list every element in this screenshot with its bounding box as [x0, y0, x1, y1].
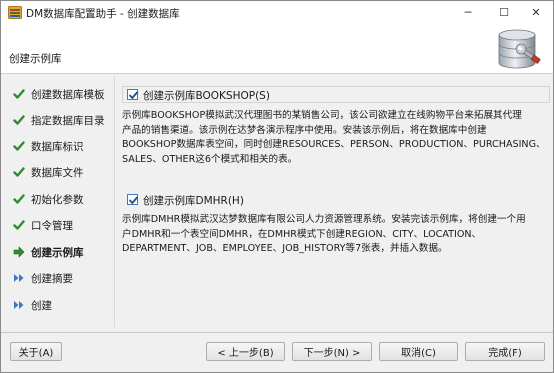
description-line: 产品的销售渠道。该示例在达梦各演示程序中使用。安装该示例后，将在数据库中创建	[122, 124, 487, 136]
nav-divider	[114, 75, 115, 327]
arrow-right-icon	[13, 246, 25, 258]
checkmark-icon	[13, 219, 25, 231]
sample-db-panel: 创建示例库BOOKSHOP(S) 示例库BOOKSHOP模拟武汉代理图书的某销售…	[116, 75, 553, 327]
minimize-button[interactable]: ─	[451, 1, 485, 24]
checkmark-icon	[13, 166, 25, 178]
double-chevron-right-icon	[13, 272, 25, 284]
footer-divider	[1, 332, 553, 333]
title-bar: DM数据库配置助手 - 创建数据库 ─ ☐ ✕	[1, 1, 553, 24]
step-item-database-identity[interactable]: 数据库标识	[1, 133, 114, 159]
bookshop-checkbox[interactable]	[127, 89, 138, 100]
step-item-database-directory[interactable]: 指定数据库目录	[1, 107, 114, 133]
step-label: 口令管理	[31, 219, 73, 232]
close-button[interactable]: ✕	[519, 1, 553, 24]
step-item-password[interactable]: 口令管理	[1, 212, 114, 238]
dmhr-description: 示例库DMHR模拟武汉达梦数据库有限公司人力资源管理系统。安装完该示例库，将创建…	[122, 213, 552, 257]
step-item-database-files[interactable]: 数据库文件	[1, 159, 114, 185]
step-item-sample-db[interactable]: 创建示例库	[1, 239, 114, 265]
step-item-init-params[interactable]: 初始化参数	[1, 186, 114, 212]
step-label: 初始化参数	[31, 193, 84, 206]
window-title: DM数据库配置助手 - 创建数据库	[26, 8, 180, 20]
description-line: DEPARTMENT、JOB、EMPLOYEE、JOB_HISTORY等7张表，…	[122, 243, 448, 255]
dmhr-checkbox-label[interactable]: 创建示例库DMHR(H)	[143, 193, 244, 208]
double-chevron-right-icon	[13, 299, 25, 311]
step-label: 创建摘要	[31, 272, 73, 285]
step-label: 创建数据库模板	[31, 88, 105, 101]
dmhr-checkbox[interactable]	[127, 194, 138, 205]
step-item-create[interactable]: 创建	[1, 292, 114, 318]
step-label: 指定数据库目录	[31, 114, 105, 127]
step-item-create-template[interactable]: 创建数据库模板	[1, 81, 114, 107]
bookshop-option-row[interactable]: 创建示例库BOOKSHOP(S)	[122, 86, 550, 103]
prev-button[interactable]: < 上一步(B)	[206, 342, 285, 361]
step-label: 创建	[31, 299, 52, 312]
description-line: 示例库DMHR模拟武汉达梦数据库有限公司人力资源管理系统。安装完该示例库，将创建…	[122, 214, 526, 225]
next-button[interactable]: 下一步(N) >	[292, 342, 372, 361]
description-line: SALES、OTHER这6个模式和相关的表。	[122, 153, 298, 165]
checkmark-icon	[13, 114, 25, 126]
dialog-window: DM数据库配置助手 - 创建数据库 ─ ☐ ✕ 创建示例库 创建数据库模板 指定…	[0, 0, 554, 373]
dmhr-option-row[interactable]: 创建示例库DMHR(H)	[122, 191, 550, 208]
checkmark-icon	[13, 88, 25, 100]
database-wrench-icon	[491, 27, 543, 71]
finish-button[interactable]: 完成(F)	[465, 342, 545, 361]
step-item-summary[interactable]: 创建摘要	[1, 265, 114, 291]
checkmark-icon	[13, 140, 25, 152]
cancel-button[interactable]: 取消(C)	[379, 342, 458, 361]
description-line: 示例库BOOKSHOP模拟武汉代理图书的某销售公司，该公司欲建立在线购物平台来拓…	[122, 110, 522, 121]
maximize-button[interactable]: ☐	[487, 1, 521, 24]
description-line: 户DMHR和一个表空间DMHR，在DMHR模式下创建REGION、CITY、LO…	[122, 228, 482, 240]
page-title: 创建示例库	[9, 53, 62, 65]
dm-app-icon	[8, 6, 22, 19]
bookshop-description: 示例库BOOKSHOP模拟武汉代理图书的某销售公司，该公司欲建立在线购物平台来拓…	[122, 109, 552, 167]
step-label: 数据库文件	[31, 166, 84, 179]
checkmark-icon	[13, 193, 25, 205]
about-button[interactable]: 关于(A)	[10, 342, 62, 361]
wizard-header: 创建示例库	[1, 24, 553, 74]
bookshop-checkbox-label[interactable]: 创建示例库BOOKSHOP(S)	[143, 88, 270, 103]
step-label: 数据库标识	[31, 140, 84, 153]
description-line: BOOKSHOP数据库表空间，同时创建RESOURCES、PERSON、PROD…	[122, 139, 546, 151]
wizard-step-list: 创建数据库模板 指定数据库目录 数据库标识 数据库文件 初始化参数 口令管理 创…	[1, 75, 114, 327]
step-label: 创建示例库	[31, 246, 84, 259]
